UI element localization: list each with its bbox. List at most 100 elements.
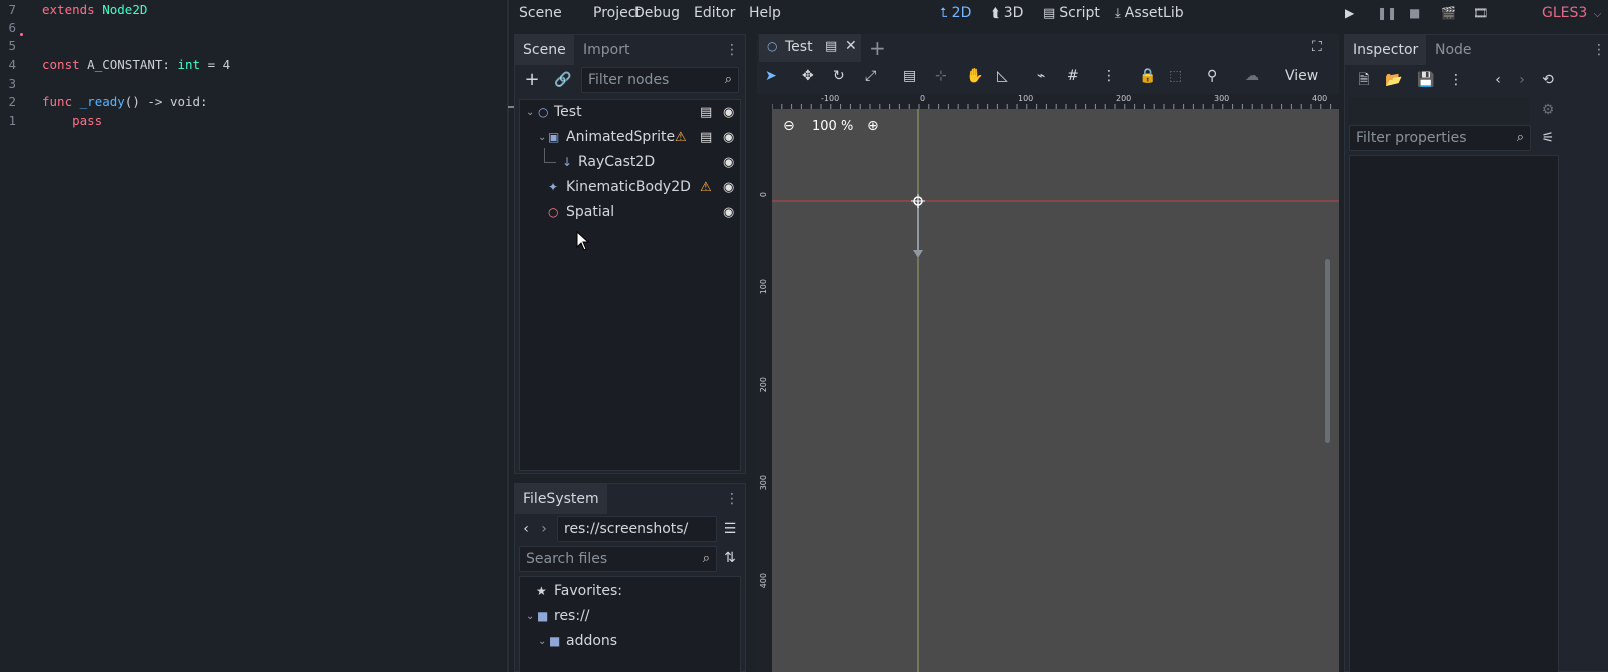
rotate-tool-icon[interactable]: ↻ (833, 68, 845, 84)
zoom-reset-button[interactable]: 100 % (812, 119, 853, 134)
kebab-menu-icon[interactable]: ⋮ (725, 43, 739, 57)
link-icon[interactable]: 🔗 (552, 69, 574, 91)
code-line[interactable]: 4 const A_CONSTANT: int = 4 (0, 55, 230, 74)
code-splitter[interactable] (507, 0, 509, 672)
code-line[interactable]: 1 pass (0, 111, 102, 130)
bone-icon[interactable]: ⚲ (1207, 68, 1217, 84)
add-node-icon[interactable]: + (521, 69, 543, 91)
history-back-icon[interactable]: ‹ (1487, 69, 1509, 91)
forward-icon[interactable]: › (537, 518, 551, 540)
chevron-down-icon[interactable]: ⌄ (538, 125, 546, 150)
tree-item-kinematicbody2d[interactable]: ✦ KinematicBody2D ⚠ ◉ (520, 175, 740, 200)
property-settings-icon[interactable]: ⚟ (1537, 127, 1559, 149)
list-select-icon[interactable]: ▤ (903, 68, 916, 84)
play-custom-scene-icon[interactable]: 🎞 (1473, 6, 1488, 20)
eye-icon[interactable]: ◉ (723, 125, 734, 150)
pan-tool-icon[interactable]: ✋ (966, 68, 983, 84)
renderer-select[interactable]: GLES3 ⌵ (1542, 5, 1601, 21)
script-editor[interactable]: 7 extends Node2D 6 5 3 4 const A_CONSTANT: int… (0, 0, 518, 672)
menu-debug[interactable]: Debug (634, 5, 680, 21)
chevron-down-icon[interactable]: ⌄ (538, 629, 546, 654)
menu-help[interactable]: Help (749, 5, 781, 21)
sort-icon[interactable]: ⇅ (719, 547, 741, 569)
fullscreen-icon[interactable]: ⛶ (1312, 39, 1322, 55)
eye-icon[interactable]: ◉ (723, 150, 734, 175)
workspace-assetlib-button[interactable]: ⤓ AssetLib (1115, 5, 1184, 21)
zoom-out-icon[interactable]: ⊖ (783, 118, 795, 134)
tree-item-raycast2d[interactable]: ↓ RayCast2D ◉ (520, 148, 740, 175)
move-tool-icon[interactable]: ✥ (802, 68, 814, 84)
code-line[interactable]: 7 extends Node2D (0, 0, 147, 19)
vertical-scrollbar[interactable] (1325, 259, 1330, 443)
zoom-in-icon[interactable]: ⊕ (867, 118, 879, 134)
tree-item-favorites[interactable]: ★ Favorites: (520, 579, 740, 604)
chevron-down-icon[interactable]: ⌄ (526, 100, 534, 125)
select-tool-icon[interactable]: ➤ (765, 68, 777, 84)
filter-properties-input[interactable]: Filter properties ⌕ (1349, 125, 1531, 151)
warning-icon[interactable]: ⚠ (700, 175, 712, 200)
warning-icon[interactable]: ⚠ (675, 125, 687, 150)
code-line[interactable]: 3 (0, 74, 16, 93)
menu-scene[interactable]: Scene (519, 5, 562, 21)
view-menu[interactable]: View (1285, 68, 1318, 84)
history-forward-icon[interactable]: › (1511, 69, 1533, 91)
group-icon[interactable]: ⬚ (1169, 68, 1182, 84)
tree-item-addons[interactable]: ⌄ ■ addons (520, 629, 740, 654)
kebab-menu-icon[interactable]: ⋮ (1592, 43, 1606, 57)
chevron-down-icon[interactable]: ⌄ (526, 604, 534, 629)
tree-item-res[interactable]: ⌄ ■ res:// (520, 604, 740, 629)
menu-editor[interactable]: Editor (694, 5, 735, 21)
code-text: func _ready() -> void: (42, 92, 208, 111)
workspace-2d-button[interactable]: ⮤ 2D (940, 5, 971, 21)
ruler-top[interactable]: -100 0 100 200 300 400 (757, 94, 1339, 109)
eye-icon[interactable]: ◉ (723, 200, 734, 225)
pivot-icon[interactable]: ⊹ (935, 68, 947, 84)
tree-item-animatedsprite[interactable]: ⌄ ▣ AnimatedSprite ⚠ ▤ ◉ (520, 125, 740, 150)
path-field[interactable]: res://screenshots/ (557, 516, 717, 542)
grid-snap-icon[interactable]: # (1067, 68, 1079, 84)
ruler-tool-icon[interactable]: ◺ (997, 68, 1008, 84)
object-path-field[interactable] (1349, 97, 1529, 123)
tab-filesystem[interactable]: FileSystem (515, 484, 607, 514)
kebab-menu-icon[interactable]: ⋮ (1102, 68, 1116, 84)
scale-tool-icon[interactable]: ⤢ (865, 68, 876, 84)
stop-icon[interactable]: ■ (1409, 6, 1420, 20)
script-icon[interactable]: ▤ (700, 100, 712, 125)
scene-tab-test[interactable]: ○ Test ▤ ✕ (759, 34, 861, 62)
2d-canvas[interactable]: -100 0 100 200 300 400 0 100 200 300 400… (757, 94, 1339, 672)
workspace-script-button[interactable]: ▤ Script (1043, 5, 1100, 21)
tab-inspector[interactable]: Inspector (1345, 35, 1427, 65)
workspace-3d-button[interactable]: ⮬ 3D (992, 5, 1023, 21)
tab-import[interactable]: Import (575, 35, 637, 65)
play-scene-icon[interactable]: 🎬 (1441, 6, 1456, 20)
history-icon[interactable]: ⟲ (1537, 69, 1559, 91)
new-resource-icon[interactable]: 🗎 (1353, 69, 1375, 91)
smart-snap-icon[interactable]: ⌁ (1037, 68, 1045, 84)
tab-node[interactable]: Node (1427, 35, 1480, 65)
lock-icon[interactable]: 🔒 (1139, 68, 1156, 84)
search-files-input[interactable]: Search files ⌕ (519, 546, 717, 572)
open-folder-icon[interactable]: 📂 (1383, 69, 1405, 91)
script-icon[interactable]: ▤ (700, 125, 712, 150)
ruler-left[interactable]: 0 100 200 300 400 (757, 94, 772, 672)
filter-nodes-input[interactable]: Filter nodes ⌕ (581, 67, 739, 93)
code-line[interactable]: 5 (0, 36, 16, 55)
split-view-icon[interactable]: ☰ (719, 518, 741, 540)
save-icon[interactable]: 💾 (1415, 69, 1437, 91)
tree-item-spatial[interactable]: ○ Spatial ◉ (520, 200, 740, 225)
camera-icon[interactable]: ☁ (1245, 68, 1259, 84)
play-icon[interactable]: ▶ (1345, 6, 1354, 20)
object-properties-icon[interactable]: ⚙ (1537, 99, 1559, 121)
pause-icon[interactable]: ❚❚ (1377, 6, 1397, 20)
kebab-menu-icon[interactable]: ⋮ (725, 492, 739, 506)
tab-scene[interactable]: Scene (515, 35, 574, 65)
code-line[interactable]: 6 (0, 18, 16, 37)
code-line[interactable]: 2 func _ready() -> void: (0, 92, 207, 111)
eye-icon[interactable]: ◉ (723, 175, 734, 200)
close-icon[interactable]: ✕ (845, 38, 857, 54)
tree-item-test[interactable]: ⌄ ○ Test ▤ ◉ (520, 100, 740, 125)
eye-icon[interactable]: ◉ (723, 100, 734, 125)
kebab-menu-icon[interactable]: ⋮ (1445, 69, 1467, 91)
new-scene-tab-icon[interactable]: + (869, 36, 886, 60)
back-icon[interactable]: ‹ (519, 518, 533, 540)
